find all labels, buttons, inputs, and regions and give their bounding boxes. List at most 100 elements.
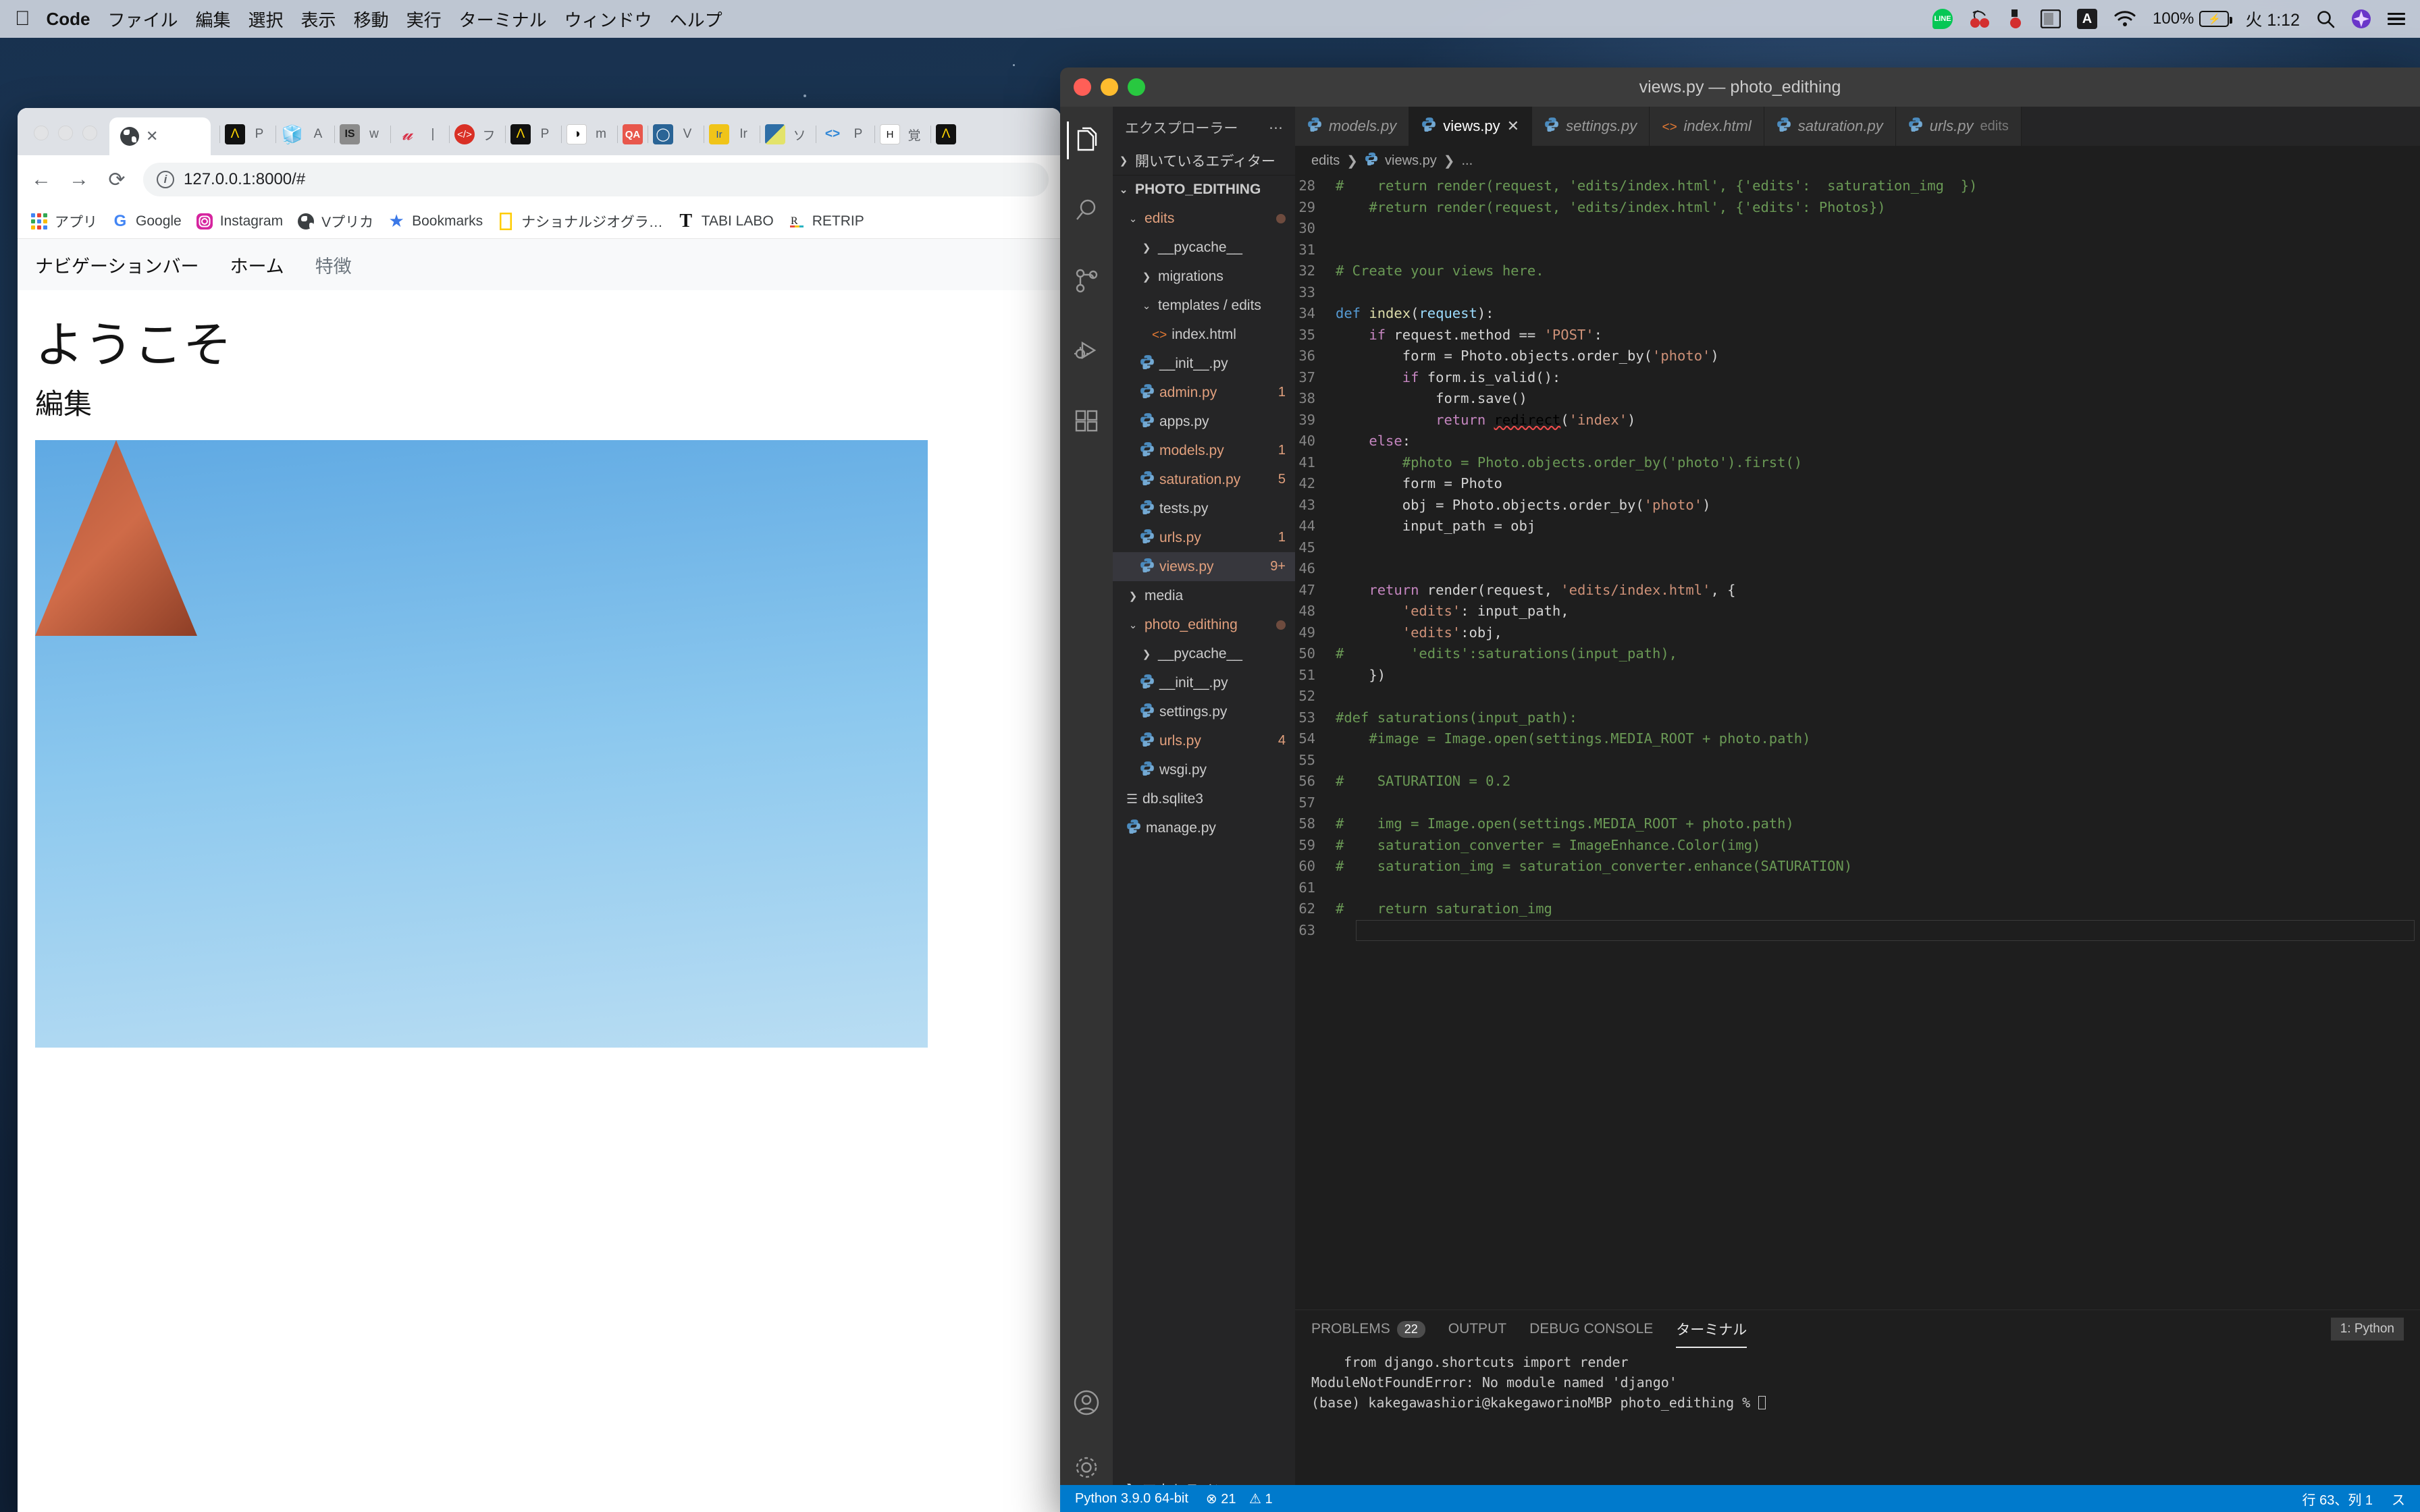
back-button[interactable]: ← (30, 168, 53, 191)
tree-item-urls-py[interactable]: urls.py4 (1113, 726, 1295, 755)
source-control-icon[interactable] (1068, 262, 1105, 300)
extension-icon-a[interactable]: A (307, 123, 330, 146)
menu-item-terminal[interactable]: ターミナル (459, 7, 547, 32)
tree-item-admin-py[interactable]: admin.py1 (1113, 378, 1295, 407)
clock-label[interactable]: 火 1:12 (2245, 7, 2300, 31)
extension-icon-lambda-2[interactable]: Λ (510, 124, 531, 144)
files-icon[interactable] (1067, 122, 1105, 159)
extensions-icon[interactable] (1068, 402, 1105, 440)
tree-item--init-py[interactable]: __init__.py (1113, 668, 1295, 697)
search-icon[interactable] (1068, 192, 1105, 230)
tree-item-views-py[interactable]: views.py9+ (1113, 552, 1295, 581)
navbar-link-home[interactable]: ホーム (230, 252, 284, 278)
browser-close-button[interactable] (34, 126, 49, 140)
extension-icon-fu[interactable]: フ (477, 123, 500, 146)
extension-icon-is[interactable]: IS (340, 124, 360, 144)
extension-icon-so[interactable]: ソ (788, 123, 811, 146)
extension-icon-kaku[interactable]: 覚 (903, 123, 926, 146)
menu-item-run[interactable]: 実行 (406, 7, 442, 32)
account-icon[interactable] (1068, 1384, 1105, 1422)
tree-item-settings-py[interactable]: settings.py (1113, 697, 1295, 726)
tree-item-migrations[interactable]: ❯migrations (1113, 262, 1295, 291)
battery-status[interactable]: 100% ⚡ (2153, 9, 2229, 28)
extension-icon-bar[interactable]: | (421, 123, 444, 146)
extension-icon-lambda-3[interactable]: Λ (936, 124, 956, 144)
breadcrumb-folder[interactable]: edits (1311, 153, 1340, 169)
extension-icon-ir[interactable]: Ir (709, 124, 729, 144)
tree-item-manage-py[interactable]: manage.py (1113, 813, 1295, 842)
tree-item-templates-edits[interactable]: ⌄templates / edits (1113, 291, 1295, 320)
extension-icon-circle-dark[interactable]: ◑ (567, 124, 587, 144)
extension-icon-p-2[interactable]: P (533, 123, 556, 146)
display-icon[interactable] (2041, 9, 2061, 28)
wifi-icon[interactable] (2113, 10, 2136, 28)
address-bar[interactable]: i 127.0.0.1:8000/# (143, 163, 1049, 196)
project-root-row[interactable]: ⌄ PHOTO_EDITHING (1113, 175, 1295, 204)
breadcrumb-symbol[interactable]: ... (1461, 153, 1473, 169)
tree-item-edits[interactable]: ⌄edits (1113, 204, 1295, 233)
bookmark-instagram[interactable]: Instagram (195, 212, 290, 231)
panel-tab--[interactable]: ターミナル (1676, 1310, 1747, 1348)
editor-tab-settings-py[interactable]: settings.py (1532, 107, 1650, 146)
tree-item-apps-py[interactable]: apps.py (1113, 407, 1295, 436)
open-editors-section[interactable]: ❯ 開いているエディター (1113, 146, 1295, 175)
editor-tab-urls-py[interactable]: urls.pyedits (1896, 107, 2022, 146)
cherry-icon[interactable] (1969, 9, 1991, 29)
extension-icon-code-blue[interactable]: <> (821, 123, 844, 146)
extension-icon-tiles[interactable] (765, 124, 785, 144)
tree-item--pycache-[interactable]: ❯__pycache__ (1113, 233, 1295, 262)
extension-icon-v[interactable]: V (676, 123, 699, 146)
explorer-more-actions-icon[interactable]: ⋯ (1269, 119, 1283, 136)
extension-icon-ir-label[interactable]: Ir (732, 123, 755, 146)
tree-item-models-py[interactable]: models.py1 (1113, 436, 1295, 465)
bookmark-bookmarks-folder[interactable]: ★ Bookmarks (387, 212, 490, 231)
control-center-icon[interactable] (2388, 13, 2405, 26)
tree-item-saturation-py[interactable]: saturation.py5 (1113, 465, 1295, 494)
indentation-status[interactable]: ス (2392, 1489, 2405, 1509)
cursor-position-status[interactable]: 行 63、列 1 (2303, 1489, 2373, 1509)
tree-item-db-sqlite3[interactable]: ☰db.sqlite3 (1113, 784, 1295, 813)
tree-item--pycache-[interactable]: ❯__pycache__ (1113, 639, 1295, 668)
tree-item-wsgi-py[interactable]: wsgi.py (1113, 755, 1295, 784)
browser-minimize-button[interactable] (58, 126, 73, 140)
bookmark-google[interactable]: G Google (111, 212, 188, 231)
problems-status[interactable]: ⊗ 21 ⚠ 1 (1206, 1490, 1273, 1507)
panel-tab-output[interactable]: OUTPUT (1448, 1310, 1506, 1348)
run-and-debug-icon[interactable] (1068, 332, 1105, 370)
editor-tab-index-html[interactable]: <>index.html (1650, 107, 1764, 146)
terminal-shell-selector[interactable]: 1: Python (2331, 1318, 2404, 1341)
menu-item-selection[interactable]: 選択 (248, 7, 284, 32)
extension-icon-code-red[interactable]: </> (454, 124, 475, 144)
editor-tab-models-py[interactable]: models.py (1295, 107, 1409, 146)
tree-item-photo-edithing[interactable]: ⌄photo_edithing (1113, 610, 1295, 639)
editor-tab-saturation-py[interactable]: saturation.py (1764, 107, 1896, 146)
menu-item-edit[interactable]: 編集 (196, 7, 231, 32)
bookmark-vpurika[interactable]: Vプリカ (296, 211, 380, 232)
input-method-icon[interactable]: A (2077, 9, 2097, 29)
panel-tab-problems[interactable]: PROBLEMS22 (1311, 1310, 1425, 1348)
gear-icon[interactable] (1068, 1449, 1105, 1486)
menu-item-help[interactable]: ヘルプ (670, 7, 722, 32)
extension-icon-box[interactable]: 🧊 (281, 123, 304, 146)
bookmark-retrip[interactable]: R RETRIP (787, 212, 871, 231)
editor-tab-views-py[interactable]: views.py✕ (1409, 107, 1532, 146)
extension-icon-u[interactable]: 𝓾 (396, 123, 419, 146)
navbar-brand[interactable]: ナビゲーションバー (35, 252, 199, 278)
extension-icon-m[interactable]: m (589, 123, 612, 146)
panel-tab-debug-console[interactable]: DEBUG CONSOLE (1529, 1310, 1653, 1348)
bookmark-tabilabo[interactable]: T TABI LABO (677, 212, 781, 231)
reload-button[interactable]: ⟳ (105, 168, 128, 192)
menu-item-app[interactable]: Code (47, 9, 90, 30)
browser-tab-active[interactable]: ✕ (109, 117, 211, 155)
tree-item-urls-py[interactable]: urls.py1 (1113, 523, 1295, 552)
extension-icon-h[interactable]: H (880, 124, 900, 144)
line-app-icon[interactable]: LINE (1932, 9, 1953, 29)
python-interpreter-status[interactable]: Python 3.9.0 64-bit (1075, 1491, 1188, 1507)
menu-item-go[interactable]: 移動 (354, 7, 389, 32)
paint-app-icon[interactable] (2007, 9, 2024, 29)
tree-item--init-py[interactable]: __init__.py (1113, 349, 1295, 378)
menu-item-file[interactable]: ファイル (108, 7, 178, 32)
extension-icon-p-3[interactable]: P (847, 123, 870, 146)
tree-item-tests-py[interactable]: tests.py (1113, 494, 1295, 523)
extension-icon-p-1[interactable]: P (248, 123, 271, 146)
